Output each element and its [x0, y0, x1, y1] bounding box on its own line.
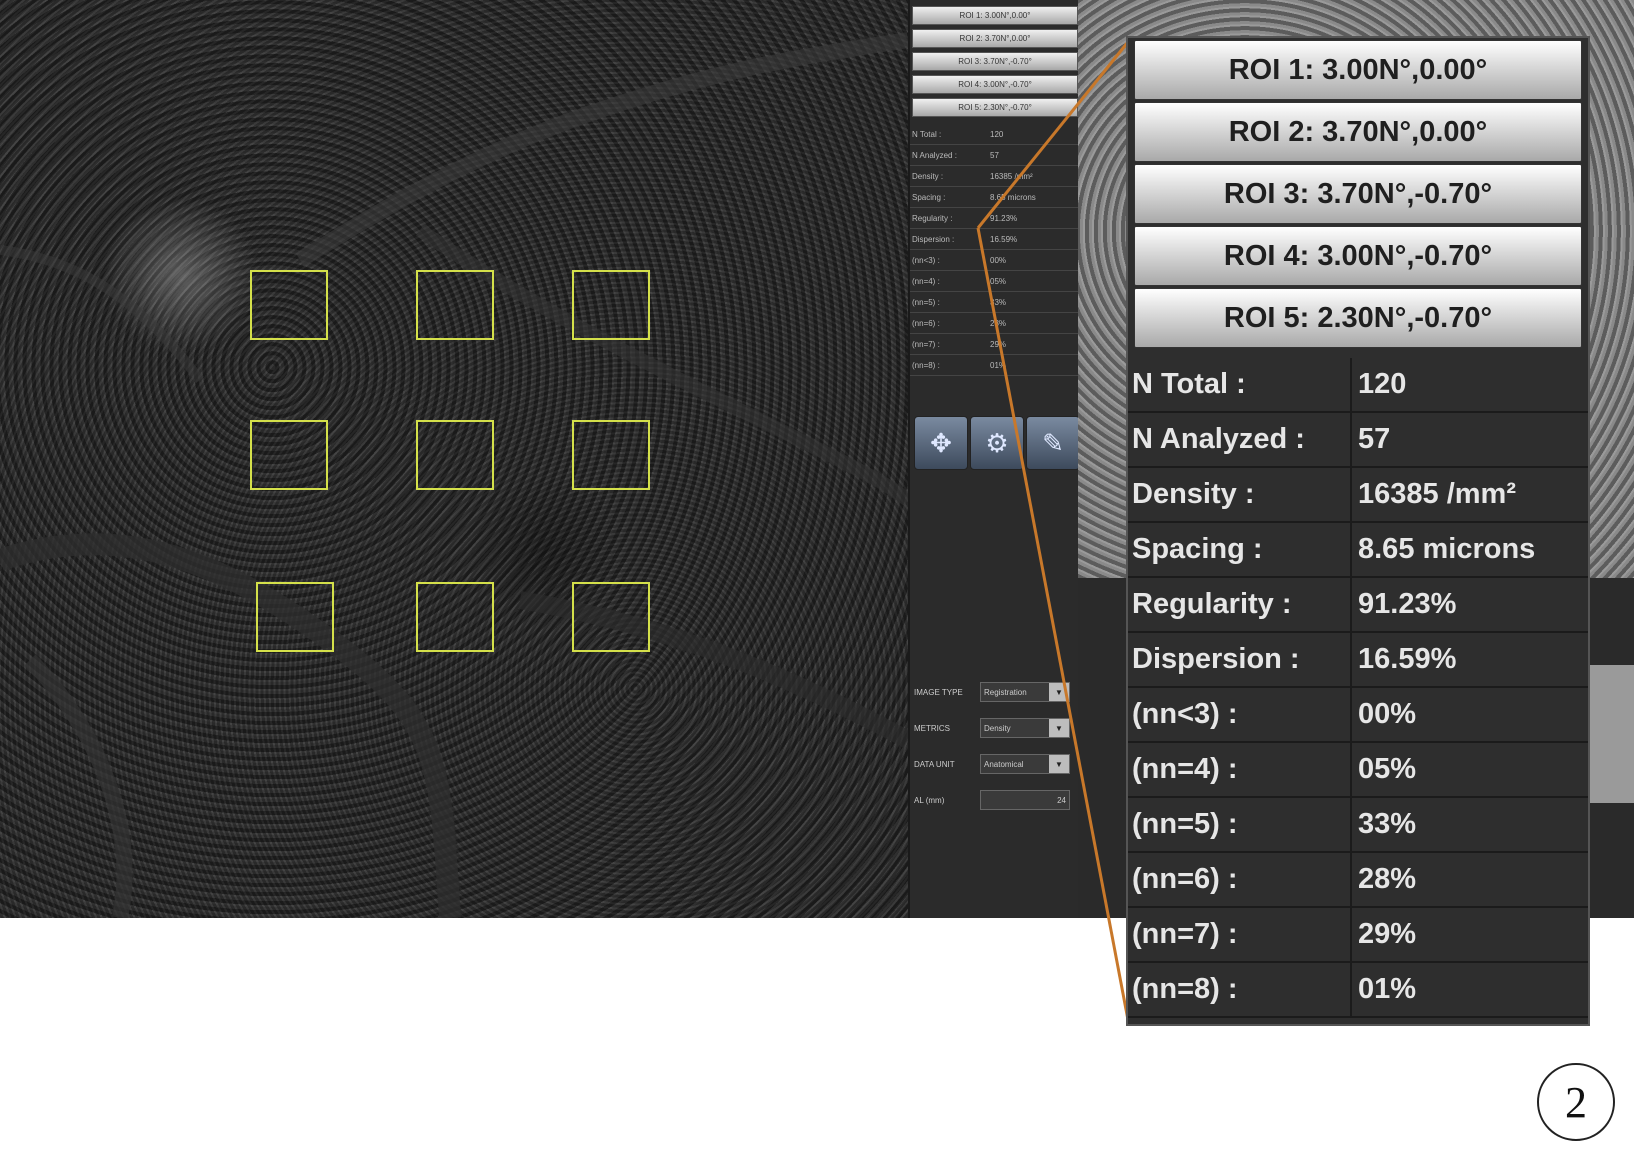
roi-box[interactable] — [572, 582, 650, 652]
stat-label: (nn<3) : — [1132, 698, 1238, 730]
roi-2-button[interactable]: ROI 2: 3.70N°,0.00° — [1134, 102, 1582, 162]
small-stat-row: Dispersion :16.59% — [910, 230, 1080, 250]
data-unit-select[interactable]: Anatomical ▼ — [980, 754, 1070, 774]
figure-label: 2 — [1537, 1063, 1615, 1141]
move-icon[interactable]: ✥ — [914, 416, 968, 470]
stat-value: 00% — [1358, 698, 1417, 730]
chevron-down-icon: ▼ — [1049, 755, 1069, 773]
stat-value: 28% — [1358, 863, 1417, 895]
roi-4-button[interactable]: ROI 4: 3.00N°,-0.70° — [1134, 226, 1582, 286]
stat-row-nn-8: (nn=8) : 01% — [1128, 963, 1588, 1018]
stat-value: 05% — [1358, 753, 1417, 785]
stat-label: (nn=5) : — [1132, 808, 1238, 840]
roi-box[interactable] — [250, 270, 328, 340]
stat-label: (nn=4) : — [1132, 753, 1238, 785]
stat-value: 16385 /mm² — [1358, 478, 1516, 510]
stat-label: N Total : — [1132, 368, 1246, 400]
roi-box[interactable] — [416, 420, 494, 490]
small-stat-row: (nn=4) :05% — [910, 272, 1080, 292]
stat-label: Regularity : — [1132, 588, 1292, 620]
image-type-select[interactable]: Registration ▼ — [980, 682, 1070, 702]
roi-3-button[interactable]: ROI 3: 3.70N°,-0.70° — [1134, 164, 1582, 224]
small-stat-row: Density :16385 /mm² — [910, 167, 1080, 187]
roi-1-button[interactable]: ROI 1: 3.00N°,0.00° — [1134, 40, 1582, 100]
stat-row-spacing: Spacing : 8.65 microns — [1128, 523, 1588, 578]
roi-box[interactable] — [256, 582, 334, 652]
roi-box[interactable] — [572, 420, 650, 490]
metrics-select[interactable]: Density ▼ — [980, 718, 1070, 738]
roi-box[interactable] — [572, 270, 650, 340]
stat-label: Spacing : — [1132, 533, 1263, 565]
retinal-image — [0, 0, 908, 918]
stat-row-nn-4: (nn=4) : 05% — [1128, 743, 1588, 798]
axial-length-label: AL (mm) — [914, 796, 945, 805]
stat-row-n-total: N Total : 120 — [1128, 358, 1588, 413]
chevron-down-icon: ▼ — [1049, 683, 1069, 701]
small-stat-row: Regularity :91.23% — [910, 209, 1080, 229]
stat-row-dispersion: Dispersion : 16.59% — [1128, 633, 1588, 688]
stat-row-nn-5: (nn=5) : 33% — [1128, 798, 1588, 853]
stat-value: 29% — [1358, 918, 1417, 950]
stat-row-density: Density : 16385 /mm² — [1128, 468, 1588, 523]
stat-label: N Analyzed : — [1132, 423, 1305, 455]
roi-4-button-small[interactable]: ROI 4: 3.00N°,-0.70° — [912, 75, 1078, 94]
small-stat-row: (nn=5) :33% — [910, 293, 1080, 313]
small-stat-row: Spacing :8.65 microns — [910, 188, 1080, 208]
small-stat-row: (nn=7) :29% — [910, 335, 1080, 355]
brush-icon[interactable]: ✎ — [1026, 416, 1080, 470]
roi-5-button[interactable]: ROI 5: 2.30N°,-0.70° — [1134, 288, 1582, 348]
roi-2-button-small[interactable]: ROI 2: 3.70N°,0.00° — [912, 29, 1078, 48]
axial-length-input[interactable]: 24 — [980, 790, 1070, 810]
small-stat-row: N Analyzed :57 — [910, 146, 1080, 166]
stat-value: 33% — [1358, 808, 1417, 840]
stat-row-n-analyzed: N Analyzed : 57 — [1128, 413, 1588, 468]
stat-label: Dispersion : — [1132, 643, 1300, 675]
stat-value: 01% — [1358, 973, 1417, 1005]
stat-row-nn-7: (nn=7) : 29% — [1128, 908, 1588, 963]
small-stat-row: N Total :120 — [910, 125, 1080, 145]
stat-label: Density : — [1132, 478, 1255, 510]
roi-3-button-small[interactable]: ROI 3: 3.70N°,-0.70° — [912, 52, 1078, 71]
roi-box[interactable] — [416, 270, 494, 340]
small-stat-row: (nn=6) :28% — [910, 314, 1080, 334]
stat-value: 57 — [1358, 423, 1391, 455]
roi-box[interactable] — [250, 420, 328, 490]
stat-row-nn-lt-3: (nn<3) : 00% — [1128, 688, 1588, 743]
stat-value: 91.23% — [1358, 588, 1457, 620]
stat-label: (nn=7) : — [1132, 918, 1238, 950]
stat-row-regularity: Regularity : 91.23% — [1128, 578, 1588, 633]
chevron-down-icon: ▼ — [1049, 719, 1069, 737]
magnified-results-panel: ROI 1: 3.00N°,0.00° ROI 2: 3.70N°,0.00° … — [1126, 36, 1590, 1026]
stat-value: 16.59% — [1358, 643, 1457, 675]
stat-value: 120 — [1358, 368, 1407, 400]
metrics-label: METRICS — [914, 724, 950, 733]
stat-row-nn-6: (nn=6) : 28% — [1128, 853, 1588, 908]
roi-5-button-small[interactable]: ROI 5: 2.30N°,-0.70° — [912, 98, 1078, 117]
image-type-label: IMAGE TYPE — [914, 688, 963, 697]
small-stat-row: (nn=8) :01% — [910, 356, 1080, 376]
settings-icon[interactable]: ⚙ — [970, 416, 1024, 470]
stat-value: 8.65 microns — [1358, 533, 1536, 565]
small-stat-row: (nn<3) :00% — [910, 251, 1080, 271]
roi-1-button-small[interactable]: ROI 1: 3.00N°,0.00° — [912, 6, 1078, 25]
stat-label: (nn=8) : — [1132, 973, 1238, 1005]
analysis-side-panel: ROI 1: 3.00N°,0.00° ROI 2: 3.70N°,0.00° … — [908, 0, 1080, 918]
stat-label: (nn=6) : — [1132, 863, 1238, 895]
data-unit-label: DATA UNIT — [914, 760, 955, 769]
roi-box[interactable] — [416, 582, 494, 652]
